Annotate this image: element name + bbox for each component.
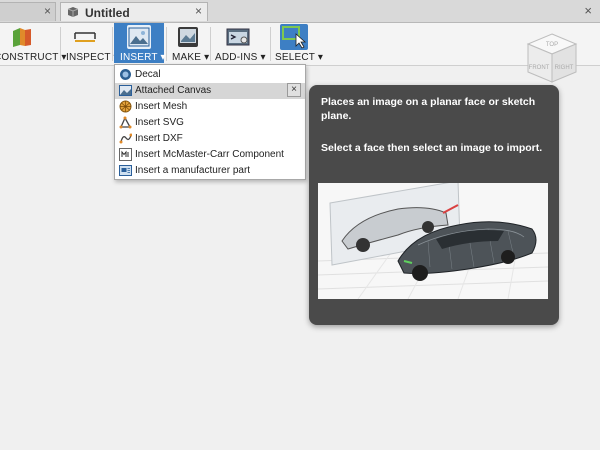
decal-icon (120, 69, 131, 80)
menu-item-label: Insert Mesh (135, 101, 188, 112)
menu-item-label: Insert SVG (135, 117, 184, 128)
construct-icon (13, 28, 31, 47)
select-label: SELECT ▾ (275, 52, 324, 63)
toolbar-construct[interactable]: CONSTRUCT ▾ (0, 23, 66, 65)
toolbar-make[interactable]: MAKE ▾ (168, 23, 210, 65)
dxf-icon (119, 133, 132, 144)
tab-untitled[interactable]: Untitled × (60, 2, 208, 21)
tab-strip: × Untitled × × (0, 0, 600, 23)
mesh-icon (119, 100, 132, 113)
menu-item-insert-svg[interactable]: Insert SVG (115, 115, 305, 131)
mcmaster-icon (119, 148, 132, 161)
menu-item-insert-mesh[interactable]: Insert Mesh (115, 99, 305, 115)
menu-item-label: Attached Canvas (135, 85, 212, 96)
viewcube-right-label[interactable]: RIGHT (555, 65, 574, 71)
toolbar-separator (112, 27, 113, 61)
tab-close-icon[interactable]: × (195, 4, 202, 18)
menu-item-label: Insert DXF (135, 133, 183, 144)
tooltip-description: Places an image on a planar face or sket… (321, 96, 536, 122)
pin-to-toolbar-button[interactable]: × (287, 83, 301, 97)
attached-canvas-icon (119, 85, 132, 96)
toolbar-separator (270, 27, 271, 61)
construct-label: CONSTRUCT ▾ (0, 52, 67, 63)
inspect-icon (74, 32, 96, 42)
toolbar-separator (210, 27, 211, 61)
menu-item-label: Insert a manufacturer part (135, 165, 251, 176)
toolbar: CONSTRUCT ▾ INSPECT ▾ INSERT ▾ MAKE ▾ AD… (0, 23, 600, 66)
toolbar-insert[interactable]: INSERT ▾ (114, 23, 166, 63)
insert-dropdown-menu: Decal Attached Canvas × Insert Mesh Inse… (114, 64, 306, 180)
viewcube[interactable]: TOP FRONT RIGHT (524, 30, 580, 86)
add-ins-label: ADD-INS ▾ (215, 52, 266, 63)
make-icon (178, 27, 198, 47)
insert-image-icon (127, 25, 151, 49)
menu-item-attached-canvas[interactable]: Attached Canvas × (115, 83, 305, 99)
tooltip-instruction: Select a face then select an image to im… (321, 142, 543, 154)
menu-item-insert-dxf[interactable]: Insert DXF (115, 131, 305, 147)
toolbar-separator (60, 27, 61, 61)
viewcube-top-label[interactable]: TOP (546, 42, 558, 48)
tab-close-icon[interactable]: × (44, 4, 51, 18)
svg-icon (119, 116, 132, 129)
menu-item-label: Decal (135, 69, 161, 80)
command-tooltip: Places an image on a planar face or sket… (309, 85, 559, 325)
tab-previous[interactable]: × (0, 2, 56, 21)
make-label: MAKE ▾ (172, 52, 210, 63)
toolbar-separator (166, 27, 167, 61)
toolbar-select[interactable]: SELECT ▾ (272, 23, 323, 65)
inspect-label: INSPECT ▾ (66, 52, 119, 63)
insert-label: INSERT ▾ (120, 52, 166, 63)
tooltip-preview-image (318, 183, 548, 299)
viewcube-front-label[interactable]: FRONT (529, 65, 550, 71)
menu-item-decal[interactable]: Decal (115, 67, 305, 83)
menu-item-insert-mcmaster-carr[interactable]: Insert McMaster-Carr Component (115, 147, 305, 163)
window-close-icon[interactable]: × (584, 3, 592, 18)
select-icon (280, 24, 308, 50)
tab-title: Untitled (85, 6, 130, 20)
menu-item-insert-manufacturer-part[interactable]: Insert a manufacturer part (115, 163, 305, 179)
add-ins-icon (226, 28, 250, 46)
document-icon (67, 7, 79, 17)
menu-item-label: Insert McMaster-Carr Component (135, 149, 284, 160)
toolbar-inspect[interactable]: INSPECT ▾ (62, 23, 119, 65)
toolbar-add-ins[interactable]: ADD-INS ▾ (212, 23, 268, 65)
manufacturer-part-icon (119, 165, 132, 176)
